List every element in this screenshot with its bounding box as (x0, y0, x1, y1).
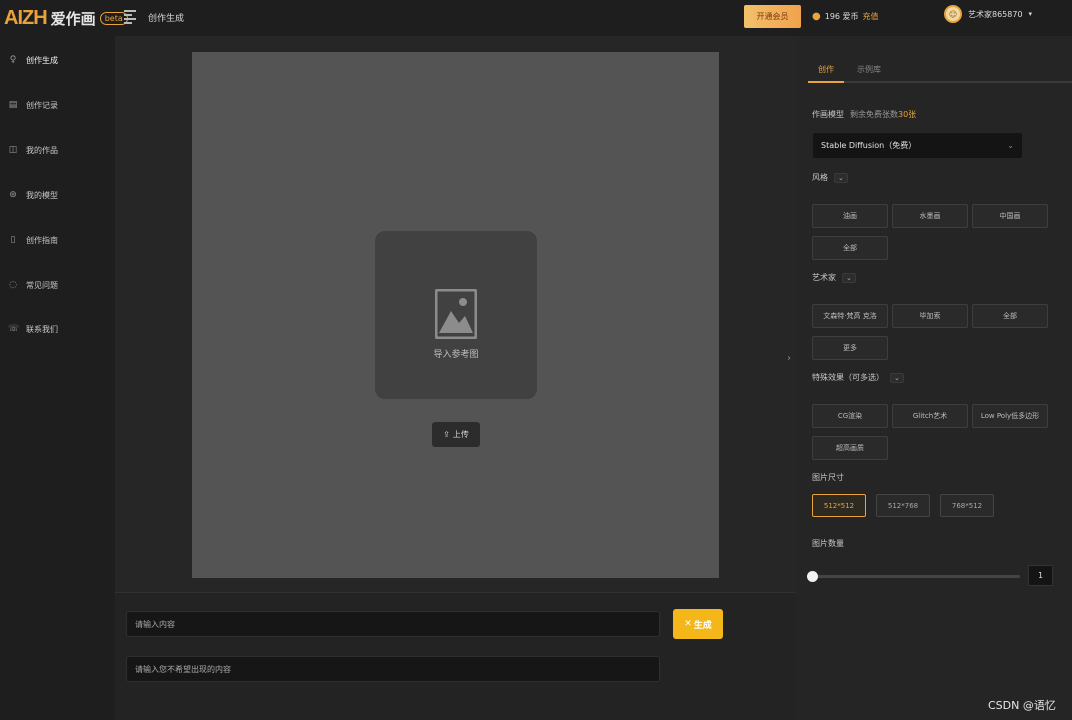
model-hint: 剩余免费张数30张 (850, 110, 917, 119)
guide-icon: ▯ (10, 235, 16, 245)
reference-image-label: 导入参考图 (433, 350, 479, 360)
artist-option[interactable]: 更多 (812, 336, 888, 360)
size-label: 图片尺寸 (812, 473, 844, 482)
sidebar-item-label: 创作记录 (26, 100, 58, 110)
sidebar-item-create[interactable]: ♀ 创作生成 (8, 52, 58, 68)
vip-button[interactable]: 开通会员 (744, 5, 801, 28)
chevron-down-icon[interactable]: ⌄ (842, 272, 856, 283)
menu-toggle-icon[interactable] (124, 8, 136, 24)
chevron-down-icon: ⌄ (1007, 141, 1014, 150)
effect-option[interactable]: Glitch艺术 (892, 404, 968, 428)
style-option[interactable]: 水墨画 (892, 204, 968, 228)
username: 艺术家865870 (968, 9, 1023, 19)
count-slider-track[interactable] (812, 575, 1020, 578)
contact-icon: ☏ (8, 324, 20, 334)
style-option[interactable]: 全部 (812, 236, 888, 260)
sidebar-item-models[interactable]: ⊛ 我的模型 (8, 187, 58, 203)
top-bar: AIZH 爱作画 beta 创作生成 开通会员 ● 196 爱币 充值 ☺ 艺术… (0, 0, 1072, 36)
gallery-icon: ◫ (8, 145, 18, 155)
page-title: 创作生成 (148, 14, 185, 24)
upload-label: 上传 (452, 430, 469, 439)
sidebar-item-label: 常见问题 (26, 280, 58, 290)
sidebar-item-label: 创作生成 (26, 55, 58, 65)
style-option[interactable]: 油画 (812, 204, 888, 228)
model-select[interactable]: Stable Diffusion（免费） ⌄ (813, 133, 1022, 158)
generate-button[interactable]: ✕ 生成 (673, 609, 723, 639)
sidebar-item-works[interactable]: ◫ 我的作品 (8, 142, 58, 158)
sidebar-item-label: 创作指南 (26, 235, 58, 245)
sidebar-item-label: 我的作品 (26, 145, 58, 155)
magic-icon: ✕ (684, 619, 692, 629)
logo-mark: AIZH (4, 6, 48, 29)
artist-option[interactable]: 毕加索 (892, 304, 968, 328)
count-label: 图片数量 (812, 539, 844, 548)
artist-option[interactable]: 文森特·梵高 克洛 (812, 304, 888, 328)
user-menu[interactable]: ☺ 艺术家865870 ▾ (944, 5, 1032, 23)
upload-icon: ⇪ (443, 430, 450, 439)
sidebar (0, 36, 115, 720)
model-label-row: 作画模型 剩余免费张数30张 (812, 109, 916, 120)
logo-name: 爱作画 (50, 9, 96, 28)
sidebar-item-faq[interactable]: ◌ 常见问题 (8, 277, 58, 293)
question-icon: ◌ (9, 280, 17, 290)
tab-create[interactable]: 创作 (818, 64, 834, 75)
artist-label: 艺术家 (812, 273, 836, 282)
style-option[interactable]: 中国画 (972, 204, 1048, 228)
sidebar-item-records[interactable]: ▤ 创作记录 (8, 97, 58, 113)
artist-label-row: 艺术家 ⌄ (812, 272, 856, 283)
chevron-right-icon[interactable]: › (787, 353, 791, 364)
model-icon: ⊛ (9, 190, 17, 200)
style-label: 风格 (812, 173, 828, 182)
sidebar-item-label: 联系我们 (26, 324, 58, 334)
prompt-input[interactable]: 请输入内容 (126, 611, 660, 637)
recharge-link[interactable]: 充值 (863, 11, 879, 22)
special-label-row: 特殊效果（可多选） ⌄ (812, 372, 904, 383)
upload-button[interactable]: ⇪ 上传 (432, 422, 480, 447)
special-label: 特殊效果（可多选） (812, 373, 884, 382)
artist-option[interactable]: 全部 (972, 304, 1048, 328)
model-select-value: Stable Diffusion（免费） (821, 141, 917, 150)
sidebar-item-label: 我的模型 (26, 190, 58, 200)
generate-label: 生成 (693, 620, 712, 631)
size-option[interactable]: 768*512 (940, 494, 994, 517)
sidebar-item-guide[interactable]: ▯ 创作指南 (8, 232, 58, 248)
image-icon (435, 289, 477, 339)
effect-option[interactable]: CG渲染 (812, 404, 888, 428)
size-option-selected[interactable]: 512*512 (812, 494, 866, 517)
size-option[interactable]: 512*768 (876, 494, 930, 517)
tab-examples[interactable]: 示例库 (857, 64, 881, 75)
chevron-down-icon: ▾ (1028, 10, 1033, 18)
chevron-down-icon[interactable]: ⌄ (890, 372, 904, 383)
effect-option[interactable]: 超高画质 (812, 436, 888, 460)
chevron-down-icon[interactable]: ⌄ (834, 172, 848, 183)
logo[interactable]: AIZH 爱作画 beta (4, 6, 128, 30)
count-input[interactable]: 1 (1028, 565, 1053, 586)
sidebar-item-contact[interactable]: ☏ 联系我们 (8, 321, 58, 337)
watermark: CSDN @语忆 (988, 699, 1056, 712)
tab-underline (808, 81, 1072, 83)
avatar[interactable]: ☺ (944, 5, 962, 23)
reference-image-dropzone[interactable]: 导入参考图 (375, 231, 537, 399)
record-icon: ▤ (8, 100, 18, 110)
effect-option[interactable]: Low Poly低多边形 (972, 404, 1048, 428)
model-label: 作画模型 (812, 110, 844, 119)
coins-balance: ● 196 爱币 充值 (812, 11, 879, 22)
coin-icon: ● (812, 11, 821, 22)
bulb-icon: ♀ (9, 55, 17, 65)
coins-text: 196 爱币 (824, 12, 859, 21)
style-label-row: 风格 ⌄ (812, 172, 848, 183)
negative-prompt-input[interactable]: 请输入您不希望出现的内容 (126, 656, 660, 682)
count-slider-handle[interactable] (807, 571, 818, 582)
